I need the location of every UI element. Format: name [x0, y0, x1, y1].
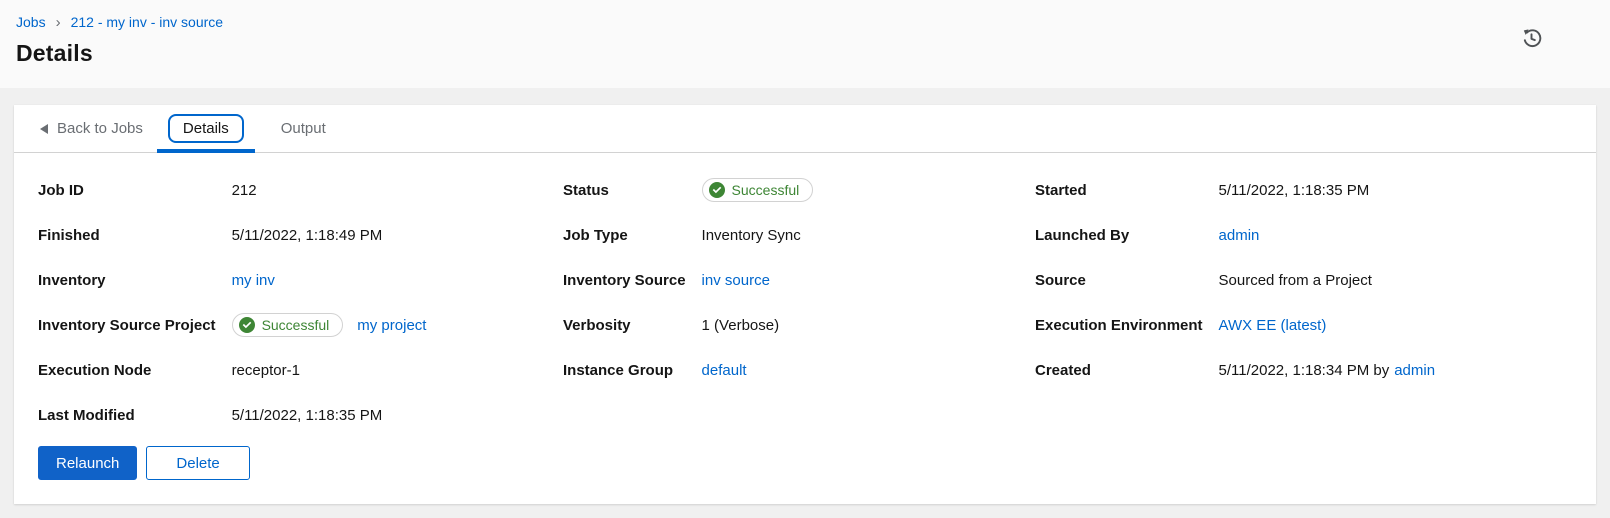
tab-bar: Back to Jobs Details Output — [14, 105, 1596, 153]
back-to-jobs-label: Back to Jobs — [57, 120, 143, 137]
project-link[interactable]: my project — [357, 317, 426, 334]
details-column-1: Job ID 212 Finished 5/11/2022, 1:18:49 P… — [38, 177, 563, 428]
created-timestamp: 5/11/2022, 1:18:34 PM by — [1219, 362, 1390, 379]
details-grid: Job ID 212 Finished 5/11/2022, 1:18:49 P… — [14, 153, 1596, 428]
value-inventory: my inv — [232, 272, 563, 289]
action-buttons: Relaunch Delete — [14, 428, 1596, 480]
label-verbosity: Verbosity — [563, 317, 686, 334]
label-launched-by: Launched By — [1035, 227, 1203, 244]
details-column-3: Started 5/11/2022, 1:18:35 PM Launched B… — [1035, 177, 1572, 428]
value-verbosity: 1 (Verbose) — [702, 317, 1035, 334]
label-status: Status — [563, 182, 686, 199]
job-details-card: Back to Jobs Details Output Job ID 212 F… — [14, 105, 1596, 504]
label-last-modified: Last Modified — [38, 407, 216, 424]
label-instance-group: Instance Group — [563, 362, 686, 379]
value-job-id: 212 — [232, 182, 563, 199]
check-circle-icon — [239, 317, 255, 333]
project-status-badge-label: Successful — [262, 317, 330, 333]
tab-output[interactable]: Output — [255, 105, 352, 152]
value-execution-environment: AWX EE (latest) — [1219, 317, 1572, 334]
tab-details-label: Details — [168, 114, 244, 143]
details-column-2: Status Successful Job Type Inventory Syn… — [563, 177, 1035, 428]
label-job-id: Job ID — [38, 182, 216, 199]
check-circle-icon — [709, 182, 725, 198]
back-to-jobs-button[interactable]: Back to Jobs — [36, 105, 147, 152]
label-started: Started — [1035, 182, 1203, 199]
history-icon[interactable] — [1519, 26, 1544, 54]
value-source: Sourced from a Project — [1219, 272, 1572, 289]
job-status-badge: Successful — [702, 178, 814, 202]
label-inventory-source: Inventory Source — [563, 272, 686, 289]
breadcrumb: Jobs › 212 - my inv - inv source — [16, 14, 1586, 30]
breadcrumb-link-job[interactable]: 212 - my inv - inv source — [71, 14, 224, 30]
tab-output-label: Output — [266, 114, 341, 143]
label-job-type: Job Type — [563, 227, 686, 244]
label-finished: Finished — [38, 227, 216, 244]
label-execution-node: Execution Node — [38, 362, 216, 379]
main-content: Back to Jobs Details Output Job ID 212 F… — [0, 105, 1610, 504]
back-arrow-icon — [40, 124, 48, 134]
page-header: Jobs › 212 - my inv - inv source Details — [0, 0, 1610, 88]
value-inventory-source: inv source — [702, 272, 1035, 289]
relaunch-button[interactable]: Relaunch — [38, 446, 137, 480]
page-title: Details — [16, 40, 1586, 67]
breadcrumb-link-jobs[interactable]: Jobs — [16, 14, 46, 30]
value-instance-group: default — [702, 362, 1035, 379]
value-execution-node: receptor-1 — [232, 362, 563, 379]
tab-details[interactable]: Details — [157, 105, 255, 152]
label-inventory-source-project: Inventory Source Project — [38, 317, 216, 334]
created-by-link[interactable]: admin — [1394, 362, 1435, 379]
label-inventory: Inventory — [38, 272, 216, 289]
instance-group-link[interactable]: default — [702, 362, 747, 379]
job-status-badge-label: Successful — [732, 182, 800, 198]
breadcrumb-separator-icon: › — [56, 15, 61, 30]
execution-environment-link[interactable]: AWX EE (latest) — [1219, 317, 1327, 334]
delete-button[interactable]: Delete — [146, 446, 249, 480]
value-last-modified: 5/11/2022, 1:18:35 PM — [232, 407, 563, 424]
inventory-link[interactable]: my inv — [232, 272, 275, 289]
value-inventory-source-project: Successful my project — [232, 313, 563, 337]
label-source: Source — [1035, 272, 1203, 289]
label-execution-environment: Execution Environment — [1035, 317, 1203, 334]
label-created: Created — [1035, 362, 1203, 379]
value-status: Successful — [702, 178, 1035, 202]
inventory-source-link[interactable]: inv source — [702, 272, 770, 289]
value-created: 5/11/2022, 1:18:34 PM by admin — [1219, 362, 1572, 379]
value-launched-by: admin — [1219, 227, 1572, 244]
value-job-type: Inventory Sync — [702, 227, 1035, 244]
project-status-badge: Successful — [232, 313, 344, 337]
value-started: 5/11/2022, 1:18:35 PM — [1219, 182, 1572, 199]
value-finished: 5/11/2022, 1:18:49 PM — [232, 227, 563, 244]
launched-by-link[interactable]: admin — [1219, 227, 1260, 244]
